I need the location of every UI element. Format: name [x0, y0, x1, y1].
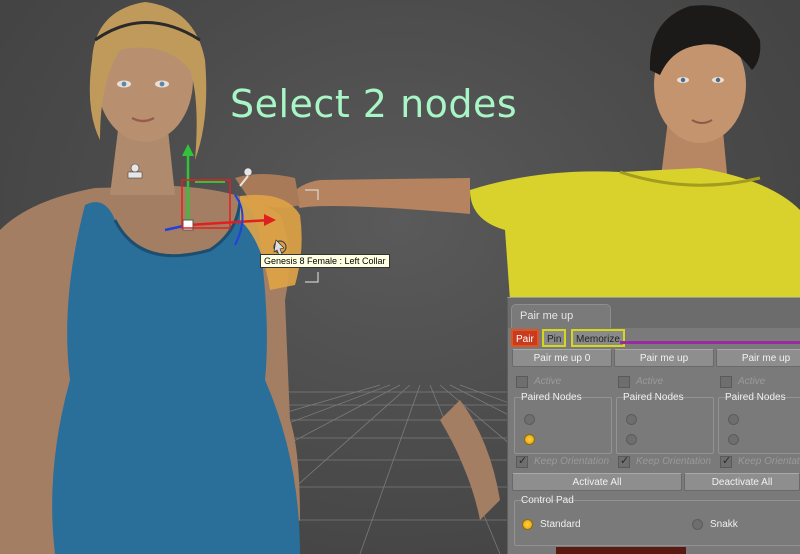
keep-orientation-checkbox-0[interactable] [516, 454, 528, 468]
tab-memorize[interactable]: Memorize [571, 329, 625, 347]
control-pad-snakk-radio[interactable] [692, 519, 703, 530]
paired-node-radio-0a[interactable] [524, 414, 535, 425]
paired-nodes-label-0: Paired Nodes [521, 392, 582, 403]
deactivate-all-button[interactable]: Deactivate All [684, 473, 800, 491]
control-pad-standard-label: Standard [540, 519, 581, 530]
active-checkbox-1[interactable] [618, 376, 630, 388]
control-pad-group: Control Pad Standard Snakk [514, 495, 800, 546]
paired-nodes-group-2: Paired Nodes [718, 392, 800, 454]
overlay-caption: Select 2 nodes [230, 82, 518, 126]
keep-orientation-checkbox-1[interactable] [618, 454, 630, 468]
paired-node-radio-0b[interactable] [524, 434, 535, 445]
tab-pair[interactable]: Pair [511, 329, 539, 347]
pane-title-tab[interactable]: Pair me up [511, 304, 611, 328]
activate-all-button[interactable]: Activate All [512, 473, 682, 491]
keep-orientation-checkbox-2[interactable] [720, 454, 732, 468]
node-tooltip: Genesis 8 Female : Left Collar [260, 254, 390, 268]
paired-node-radio-2b[interactable] [728, 434, 739, 445]
control-pad-standard-radio[interactable] [522, 519, 533, 530]
bottom-action-strip[interactable] [556, 547, 686, 554]
keep-orientation-label-1: Keep Orientation [636, 456, 712, 467]
active-label-1: Active [636, 376, 664, 387]
active-label-2: Active [738, 376, 766, 387]
tab-pin[interactable]: Pin [542, 329, 567, 347]
paired-node-radio-1b[interactable] [626, 434, 637, 445]
paired-nodes-label-2: Paired Nodes [725, 392, 786, 403]
pair-me-up-button-1[interactable]: Pair me up [614, 349, 714, 367]
paired-nodes-label-1: Paired Nodes [623, 392, 684, 403]
control-pad-label: Control Pad [521, 495, 574, 506]
pair-me-up-pane: Pair me up Pair Pin Memorize Pair me up … [507, 297, 800, 554]
keep-orientation-label-0: Keep Orientation [534, 456, 610, 467]
control-pad-snakk-label: Snakk [710, 519, 738, 530]
active-checkbox-2[interactable] [720, 376, 732, 388]
paired-node-radio-2a[interactable] [728, 414, 739, 425]
pane-tab-bar: Pair me up [508, 298, 800, 328]
paired-nodes-group-0: Paired Nodes [514, 392, 612, 454]
subtab-bar: Pair Pin Memorize [508, 328, 800, 348]
active-label-0: Active [534, 376, 562, 387]
keep-orientation-label-2: Keep Orientation [738, 456, 800, 467]
paired-nodes-group-1: Paired Nodes [616, 392, 714, 454]
pair-me-up-button-0[interactable]: Pair me up 0 [512, 349, 612, 367]
paired-node-radio-1a[interactable] [626, 414, 637, 425]
active-checkbox-0[interactable] [516, 376, 528, 388]
pair-me-up-button-2[interactable]: Pair me up [716, 349, 800, 367]
subtab-accent-line [620, 341, 800, 344]
